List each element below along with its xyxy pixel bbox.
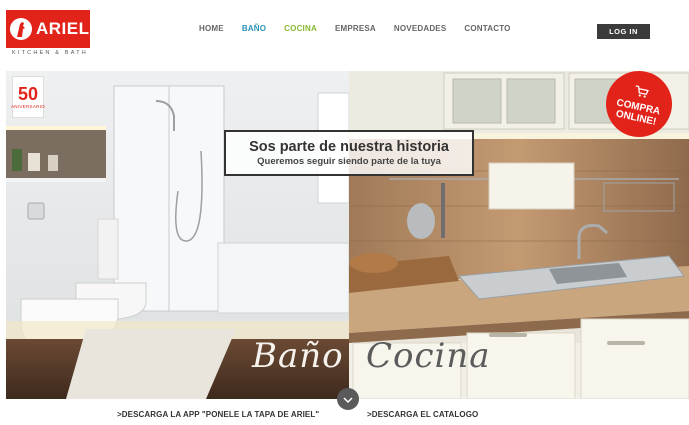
main-nav: HOME BAÑO COCINA EMPRESA NOVEDADES CONTA…	[199, 24, 529, 33]
ariel-logo-icon	[6, 10, 36, 48]
ariel-logo[interactable]: ARIEL	[6, 10, 90, 48]
login-button[interactable]: LOG IN	[597, 24, 650, 39]
nav-cocina[interactable]: COCINA	[284, 24, 317, 33]
brand-subtitle: KITCHEN & BATH	[12, 50, 88, 56]
nav-novedades[interactable]: NOVEDADES	[394, 24, 446, 33]
nav-contacto[interactable]: CONTACTO	[464, 24, 510, 33]
bano-label[interactable]: Baño	[252, 336, 344, 376]
scroll-down-button[interactable]	[337, 388, 359, 410]
cocina-label[interactable]: Cocina	[366, 336, 491, 376]
anniversary-label: ANIVERSARIO	[10, 104, 46, 109]
hero-tagline: Sos parte de nuestra historia Queremos s…	[224, 130, 474, 176]
nav-home[interactable]: HOME	[199, 24, 224, 33]
hero-banner: 50 ANIVERSARIO Sos parte de nuestra hist…	[6, 71, 689, 399]
anniversary-number: 50	[17, 84, 39, 104]
download-app-link[interactable]: >DESCARGA LA APP "PONELE LA TAPA DE ARIE…	[117, 410, 319, 419]
chevron-down-icon	[343, 390, 353, 408]
brand-name: ARIEL	[36, 19, 90, 38]
tagline-subtitle: Queremos seguir siendo parte de la tuya	[257, 155, 441, 167]
download-catalog-link[interactable]: >DESCARGA EL CATALOGO	[367, 410, 478, 419]
nav-bano[interactable]: BAÑO	[242, 24, 266, 33]
site-header: ARIEL KITCHEN & BATH HOME BAÑO COCINA EM…	[0, 0, 689, 66]
nav-empresa[interactable]: EMPRESA	[335, 24, 376, 33]
tagline-title: Sos parte de nuestra historia	[249, 138, 449, 155]
anniversary-badge: 50 ANIVERSARIO	[10, 76, 46, 118]
